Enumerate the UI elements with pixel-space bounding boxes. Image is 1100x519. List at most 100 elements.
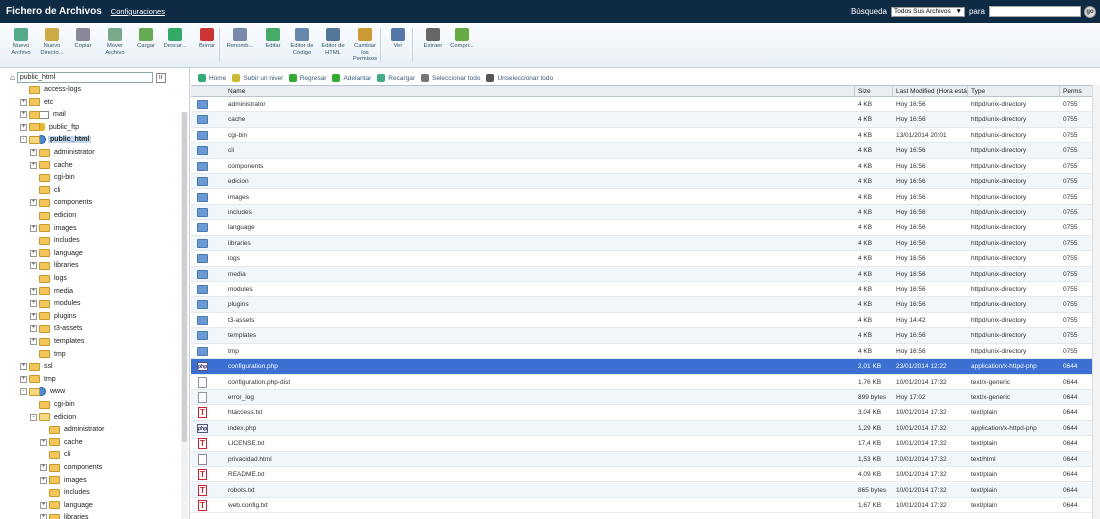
extract-button[interactable]: Extraer — [418, 28, 448, 50]
edit-button[interactable]: Editar — [258, 28, 288, 50]
table-row[interactable]: images 4 KB Hoy 16:56 httpd/unix-directory 0… — [191, 190, 1092, 205]
tree-scrollbar[interactable] — [181, 112, 188, 519]
tree-node[interactable]: + ssl — [20, 361, 55, 373]
tree-node[interactable]: + libraries — [40, 512, 91, 519]
tree-node[interactable]: + language — [30, 247, 85, 259]
tree-node[interactable]: + mail — [20, 109, 68, 121]
view-button[interactable]: Ver — [383, 28, 413, 50]
tree-node[interactable]: - edicion — [30, 411, 78, 423]
permissions-button[interactable]: Cambiar los Permisos — [350, 28, 380, 63]
table-row[interactable]: php index.php 1,29 KB 10/01/2014 17:32 appli… — [191, 420, 1092, 437]
new-file-button[interactable]: Nuevo Archivo — [6, 28, 36, 56]
expand-icon[interactable]: + — [20, 111, 27, 119]
expand-icon[interactable]: + — [30, 325, 37, 333]
table-row[interactable]: cgi-bin 4 KB 13/01/2014 20:01 httpd/unix-di… — [191, 128, 1092, 144]
new-folder-button[interactable]: Nuevo Directo... — [37, 28, 67, 56]
tree-scroll-thumb[interactable] — [182, 112, 187, 442]
tree-node[interactable]: + media — [30, 285, 75, 297]
tree-node[interactable]: edicion — [30, 210, 78, 222]
rename-button[interactable]: Renomb... — [225, 28, 255, 50]
tree-node[interactable]: + modules — [30, 298, 82, 310]
column-modified-header[interactable]: Last Modified (Hora está — [896, 88, 967, 95]
move-button[interactable]: Mover Archivo — [100, 28, 130, 56]
search-input[interactable] — [989, 6, 1081, 17]
expand-icon[interactable]: + — [30, 199, 37, 207]
table-row[interactable]: tmp 4 KB Hoy 16:56 httpd/unix-directory 0755 — [191, 344, 1092, 360]
reload-nav-button[interactable]: Recargar — [377, 74, 415, 82]
tree-node[interactable]: + tmp — [20, 373, 58, 385]
table-row[interactable]: Thtaccess.txt 3,04 KB 10/01/2014 17:32 text… — [191, 405, 1092, 421]
table-row[interactable]: templates 4 KB Hoy 16:56 httpd/unix-directo… — [191, 328, 1092, 344]
settings-link[interactable]: Configuraciones — [111, 7, 165, 16]
expand-icon[interactable]: + — [20, 363, 27, 371]
search-scope-select[interactable]: Todos Sus Archivos ▼ — [890, 6, 965, 17]
expand-icon[interactable]: + — [30, 249, 37, 257]
html-editor-button[interactable]: Editor de HTML — [318, 28, 348, 56]
expand-icon[interactable]: + — [30, 262, 37, 270]
tree-node[interactable]: - www — [20, 386, 67, 398]
download-button[interactable]: Descar... — [160, 28, 190, 50]
table-row[interactable]: t3-assets 4 KB Hoy 14:42 httpd/unix-directo… — [191, 313, 1092, 329]
tree-node[interactable]: administrator — [40, 424, 106, 436]
expand-icon[interactable]: + — [40, 464, 47, 471]
expand-icon[interactable]: + — [40, 476, 47, 484]
tree-node[interactable]: - public_html — [20, 134, 92, 146]
tree-node[interactable]: + t3-assets — [30, 323, 84, 335]
expand-icon[interactable]: + — [40, 501, 47, 509]
tree-node[interactable]: + language — [40, 499, 95, 511]
expand-icon[interactable]: + — [30, 149, 37, 156]
tree-node[interactable]: + components — [30, 197, 94, 209]
expand-icon[interactable]: + — [30, 338, 37, 345]
expand-icon[interactable]: + — [30, 224, 37, 232]
table-row[interactable]: modules 4 KB Hoy 16:56 httpd/unix-directory… — [191, 282, 1092, 298]
tree-node[interactable]: + cache — [40, 436, 85, 448]
home-nav-button[interactable]: Home — [198, 74, 226, 82]
expand-icon[interactable]: + — [40, 514, 47, 519]
collapse-icon[interactable]: - — [30, 413, 37, 421]
forward-nav-button[interactable]: Adelantar — [332, 74, 371, 82]
tree-node[interactable]: access-logs — [20, 84, 83, 96]
column-size-header[interactable]: Size — [858, 88, 871, 95]
table-row[interactable]: T LICENSE.txt 17,4 KB 10/01/2014 17:32 text/… — [191, 436, 1092, 452]
expand-icon[interactable]: + — [30, 312, 37, 320]
table-row[interactable]: T README.txt 4,09 KB 10/01/2014 17:32 text/p… — [191, 467, 1092, 483]
tree-node[interactable]: + plugins — [30, 310, 78, 322]
expand-icon[interactable]: + — [20, 98, 27, 106]
table-row[interactable]: libraries 4 KB Hoy 16:56 httpd/unix-directo… — [191, 235, 1092, 252]
collapse-icon[interactable]: - — [20, 388, 27, 396]
table-row[interactable]: Tweb.config.txt 1,67 KB 10/01/2014 17:32 te… — [191, 498, 1092, 514]
expand-icon[interactable]: + — [30, 287, 37, 295]
tree-node[interactable]: cli — [40, 449, 73, 461]
table-row[interactable]: edicion 4 KB Hoy 16:56 httpd/unix-directory… — [191, 174, 1092, 190]
table-row[interactable]: language 4 KB Hoy 16:56 httpd/unix-director… — [191, 220, 1092, 236]
table-row[interactable]: php configuration.php 2,01 KB 23/01/2014 12… — [191, 359, 1092, 375]
table-row[interactable]: components 4 KB Hoy 16:56 httpd/unix-direct… — [191, 159, 1092, 175]
column-type-header[interactable]: Type — [971, 88, 985, 95]
tree-node[interactable]: tmp — [30, 348, 68, 360]
table-scrollbar[interactable] — [1092, 85, 1100, 519]
table-row[interactable]: administrator 4 KB Hoy 16:56 httpd/unix-dir… — [191, 97, 1092, 113]
tree-node[interactable]: + cache — [30, 159, 75, 171]
copy-button[interactable]: Copiar — [68, 28, 98, 50]
back-nav-button[interactable]: Regresar — [288, 74, 326, 82]
compress-button[interactable]: Compri... — [447, 28, 477, 50]
table-row[interactable]: cache 4 KB Hoy 16:56 httpd/unix-directory 07… — [191, 112, 1092, 128]
tree-node[interactable]: includes — [30, 235, 82, 247]
search-go-button[interactable]: go — [1084, 5, 1096, 18]
table-row[interactable]: privacidad.html 1,53 KB 10/01/2014 17:32 te… — [191, 451, 1092, 468]
column-name-header[interactable]: Name — [228, 88, 245, 95]
tree-node[interactable]: + images — [30, 222, 79, 234]
up-level-nav-button[interactable]: Subir un nivel — [232, 74, 283, 82]
tree-node[interactable]: + public_ftp — [20, 121, 81, 133]
expand-icon[interactable]: + — [30, 300, 37, 308]
upload-button[interactable]: Cargar — [131, 28, 161, 50]
expand-icon[interactable]: + — [40, 438, 47, 446]
table-row[interactable]: includes 4 KB Hoy 16:56 httpd/unix-director… — [191, 204, 1092, 221]
tree-node[interactable]: + administrator — [30, 147, 96, 159]
select-all-nav-button[interactable]: Seleccionar todo — [421, 74, 480, 82]
tree-node[interactable]: + libraries — [30, 260, 81, 272]
tree-node[interactable]: cgi-bin — [30, 172, 77, 184]
table-row[interactable]: error_log 899 bytes Hoy 17:02 text/x-generi… — [191, 389, 1092, 406]
expand-icon[interactable]: + — [30, 161, 37, 169]
tree-node[interactable]: + templates — [30, 336, 86, 348]
